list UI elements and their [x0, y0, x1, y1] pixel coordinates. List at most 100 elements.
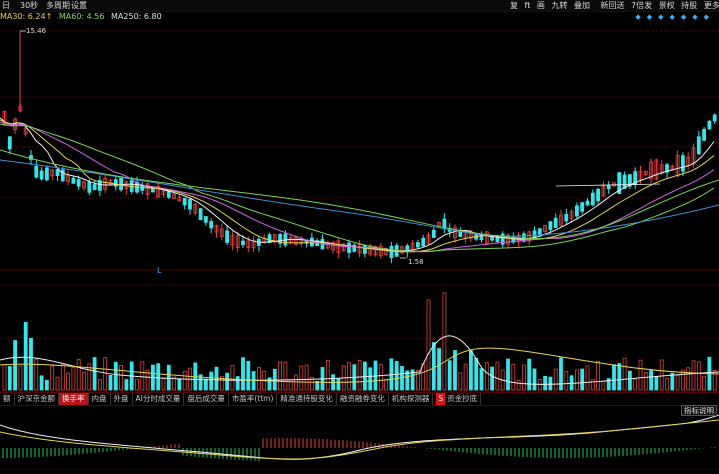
tab-turnover[interactable]: 换手率 — [59, 393, 89, 405]
vip-icon: S — [436, 393, 446, 405]
tab-after-volume[interactable]: 盘后成交量 — [184, 393, 229, 405]
tab-pe[interactable]: 市盈率(ttm) — [229, 393, 278, 405]
volume-bar — [622, 357, 627, 391]
volume-bar — [479, 368, 484, 391]
candle-body — [34, 165, 39, 178]
tab-hk-holding[interactable]: 精准通持股变化 — [277, 393, 337, 405]
tab-outer[interactable]: 外盘 — [111, 393, 133, 405]
indicator-help-button[interactable]: 指标说明 — [681, 405, 717, 416]
volume-bar — [553, 368, 558, 391]
volume-bar — [76, 358, 81, 391]
candle-body — [712, 114, 717, 122]
volume-bar — [490, 366, 495, 391]
volume-bar — [256, 367, 261, 391]
volume-bar — [675, 375, 680, 391]
volume-bar — [45, 379, 49, 391]
tab-margin[interactable]: 融资融券变化 — [337, 393, 389, 405]
candle-body — [241, 240, 245, 246]
volume-bar — [702, 375, 706, 391]
volume-bar — [522, 364, 526, 391]
candle-body — [55, 169, 60, 177]
volume-bar — [156, 363, 161, 391]
volume-bar — [103, 357, 108, 391]
volume-bar — [564, 371, 569, 391]
candle-body — [119, 177, 123, 191]
volume-bar — [532, 368, 537, 391]
volume-bar — [283, 361, 288, 391]
candle-body — [362, 244, 367, 254]
tab-bottom-fund[interactable]: S 资金抄底 — [433, 393, 482, 405]
volume-bar — [140, 361, 145, 391]
volume-bar — [182, 370, 187, 391]
candle-body — [564, 213, 569, 222]
candle-body — [71, 177, 76, 184]
volume-bar — [670, 372, 675, 391]
volume-bar — [628, 370, 632, 391]
volume-bar — [2, 364, 7, 391]
candle-body — [702, 128, 706, 141]
volume-bar — [575, 369, 579, 391]
candle-body — [707, 120, 712, 130]
volume-bar — [13, 340, 18, 391]
volume-bar — [633, 379, 638, 391]
volume-bar — [325, 360, 330, 391]
volume-bar — [288, 379, 293, 391]
volume-bar — [463, 363, 468, 391]
volume-bar — [601, 380, 606, 391]
candle-body — [585, 200, 590, 206]
ma250-line — [0, 159, 719, 237]
volume-bar — [60, 363, 65, 391]
candle-body — [188, 199, 192, 210]
volume-bar — [511, 363, 516, 391]
volume-bar — [230, 365, 235, 391]
volume-bar — [92, 357, 97, 391]
volume-bar — [113, 361, 118, 391]
tab-hs-amount[interactable]: 沪深京金额 — [15, 393, 59, 405]
volume-bar — [368, 367, 373, 391]
candle-body — [150, 188, 155, 193]
volume-bar — [166, 364, 171, 391]
volume-bar — [378, 363, 383, 391]
volume-bar — [437, 348, 442, 391]
candle-body — [696, 136, 701, 155]
volume-bar — [82, 371, 86, 391]
l-marker: L — [157, 266, 162, 275]
low-price-label: 1.58 — [408, 258, 424, 266]
tab-institution[interactable]: 机构探测器 — [389, 393, 434, 405]
candle-body — [347, 242, 351, 253]
volume-bar — [362, 361, 367, 391]
tab-ai-volume[interactable]: AI分时成交量 — [133, 393, 185, 405]
volume-bar — [267, 377, 272, 391]
candle-body — [92, 184, 97, 191]
volume-bar — [119, 365, 123, 391]
volume-bar — [559, 357, 563, 391]
volume-bar — [665, 378, 669, 391]
indicator-tabs: 额沪深京金额 换手率 内盘 外盘 AI分时成交量 盘后成交量 市盈率(ttm) 精准通持股变化… — [0, 392, 719, 406]
volume-bar — [659, 359, 664, 391]
volume-bar — [447, 360, 452, 391]
candle-body — [203, 216, 208, 223]
volume-bar — [506, 358, 510, 391]
volume-bar — [516, 380, 521, 391]
volume-bar — [596, 360, 600, 391]
volume-bar — [39, 375, 44, 391]
candle-body — [596, 188, 600, 202]
volume-bar — [241, 357, 245, 391]
volume-bar — [336, 378, 341, 391]
volume-bar — [55, 376, 60, 391]
candle-body — [140, 185, 145, 191]
tab-inner[interactable]: 内盘 — [89, 393, 111, 405]
volume-bar — [394, 361, 399, 391]
volume-bar — [686, 367, 691, 391]
high-price-label: 15.46 — [26, 27, 47, 35]
volume-bar — [585, 365, 590, 391]
volume-bar — [612, 364, 616, 391]
volume-bar — [203, 378, 208, 391]
candle-body — [421, 237, 426, 247]
candle-body — [7, 136, 12, 150]
volume-bar — [278, 361, 283, 391]
volume-bar — [98, 379, 102, 391]
volume-bar — [484, 362, 489, 391]
tab-amount[interactable]: 额 — [0, 393, 15, 405]
volume-bar — [495, 362, 500, 391]
